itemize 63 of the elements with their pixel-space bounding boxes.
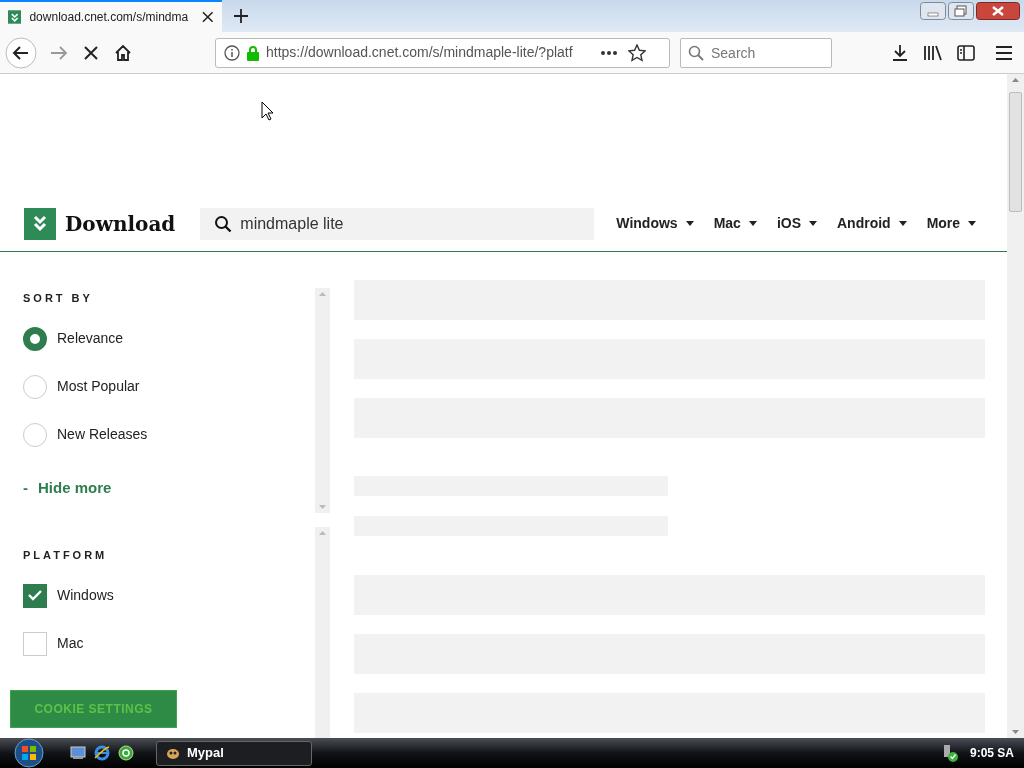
- scrollbar[interactable]: [315, 527, 330, 738]
- checkbox[interactable]: [23, 631, 47, 656]
- nav-menu[interactable]: Windows: [616, 213, 694, 234]
- caret-icon: [748, 221, 757, 226]
- new-tab-icon[interactable]: [234, 9, 248, 23]
- sidebar-icon[interactable]: [957, 44, 975, 61]
- back-icon[interactable]: [5, 36, 37, 69]
- library-icon[interactable]: [923, 43, 943, 62]
- search-icon: [688, 44, 704, 61]
- app-icon: [165, 746, 181, 760]
- hide-more-link[interactable]: Hide more: [38, 476, 112, 499]
- mouse-pointer-icon: [261, 101, 274, 121]
- caret-icon: [809, 221, 817, 226]
- section-heading: PLATFORM: [23, 548, 109, 563]
- nav-menu[interactable]: iOS: [776, 213, 817, 234]
- clock: 9:05 SA: [969, 745, 1014, 762]
- close-icon[interactable]: [202, 11, 214, 23]
- start-button-icon[interactable]: [12, 738, 46, 768]
- close-window-icon[interactable]: [976, 2, 1020, 20]
- platform-option[interactable]: Mac: [23, 631, 315, 656]
- taskbar-window-button[interactable]: Mypal: [156, 740, 312, 766]
- url-text: https://download.cnet.com/s/mindmaple-lite/?platf: [266, 43, 574, 62]
- nav-menu[interactable]: Android: [837, 213, 907, 234]
- scrollbar-thumb[interactable]: [1009, 92, 1022, 212]
- nav-menu[interactable]: More: [926, 213, 977, 234]
- site-search-field[interactable]: mindmaple lite: [200, 207, 595, 240]
- sort-option[interactable]: Most Popular: [23, 374, 315, 399]
- download-icon[interactable]: [891, 43, 909, 62]
- logo-text[interactable]: Download: [65, 208, 176, 239]
- scroll-up-icon[interactable]: [1012, 78, 1019, 82]
- checkbox[interactable]: [23, 583, 47, 608]
- check-icon: [28, 590, 42, 601]
- info-icon[interactable]: [224, 44, 240, 61]
- search-field[interactable]: Search: [680, 37, 832, 68]
- globe-icon[interactable]: [118, 745, 134, 761]
- more-icon[interactable]: [600, 49, 618, 56]
- sort-option[interactable]: Relevance: [23, 326, 315, 351]
- browser-tab[interactable]: download.cnet.com/s/mindma: [0, 0, 222, 32]
- star-icon[interactable]: [628, 43, 646, 62]
- caret-icon: [968, 221, 977, 226]
- search-icon: [214, 214, 233, 233]
- address-bar[interactable]: https://download.cnet.com/s/mindmaple-lite/?platf: [215, 37, 670, 68]
- tab-title: download.cnet.com/s/mindma: [29, 9, 190, 26]
- toggle-sign[interactable]: -: [23, 476, 28, 499]
- page-scrollbar[interactable]: [1007, 74, 1024, 738]
- caret-icon: [898, 221, 907, 226]
- platform-option[interactable]: Windows: [23, 583, 315, 608]
- desktop-icon[interactable]: [70, 746, 86, 760]
- section-heading: SORT BY: [23, 291, 94, 306]
- lock-icon: [246, 44, 260, 61]
- network-icon[interactable]: [941, 744, 958, 762]
- minimize-icon[interactable]: [920, 2, 946, 20]
- scroll-down-icon[interactable]: [1012, 730, 1019, 734]
- favicon-icon: [8, 10, 22, 24]
- radio-button[interactable]: [23, 326, 47, 351]
- nav-menu[interactable]: Mac: [713, 213, 757, 234]
- logo-icon: [24, 207, 56, 240]
- browser-icon[interactable]: [94, 745, 110, 761]
- restore-icon[interactable]: [948, 2, 974, 20]
- home-icon[interactable]: [113, 42, 133, 63]
- caret-icon: [685, 221, 694, 226]
- menu-icon[interactable]: [995, 44, 1013, 61]
- sort-option[interactable]: New Releases: [23, 422, 315, 447]
